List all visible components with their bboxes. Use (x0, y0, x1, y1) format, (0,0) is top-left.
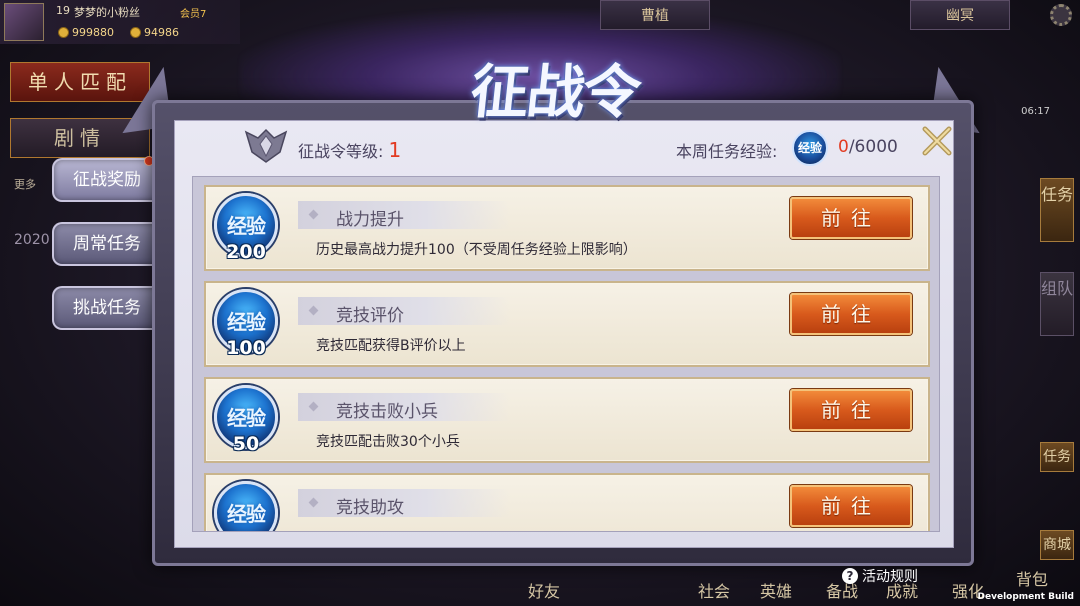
exp-badge-icon: 经验 (214, 481, 278, 531)
help-icon: ? (842, 568, 858, 584)
tab-label: 挑战任务 (73, 298, 141, 318)
tab-weekly-tasks[interactable]: 周常任务 (52, 222, 160, 266)
top-tab-hero[interactable]: 曹植 (600, 0, 710, 30)
close-icon[interactable] (920, 124, 954, 158)
silver-coin-counter: 94986 (130, 26, 179, 39)
task-title: 竞技击败小兵 (336, 402, 438, 422)
right-side-shop[interactable]: 商城 (1040, 530, 1074, 560)
tab-label: 征战奖励 (73, 170, 141, 190)
right-team-button[interactable]: 组队 (1040, 272, 1074, 336)
task-title: 竞技评价 (336, 306, 404, 326)
year-label: 2020 (14, 232, 50, 248)
page-title: 征战令 (467, 58, 643, 126)
tab-challenge-tasks[interactable]: 挑战任务 (52, 286, 160, 330)
tab-label: 周常任务 (73, 234, 141, 254)
exp-orb-icon: 经验 (792, 130, 828, 166)
task-row: 经验 竞技助攻 前往 (204, 473, 930, 531)
bottom-friends[interactable]: 好友 (528, 578, 560, 602)
task-description: 竞技匹配击败30个小兵 (316, 434, 460, 450)
task-title: 战力提升 (336, 210, 404, 230)
coin-icon (130, 27, 141, 38)
weekly-exp-label: 本周任务经验: (676, 142, 778, 161)
gear-icon[interactable] (1050, 4, 1072, 26)
task-title-bar (298, 489, 510, 517)
player-level: 19 (56, 4, 70, 17)
exp-reward-amount: 100 (226, 337, 266, 359)
bottom-social[interactable]: 社会 (698, 578, 730, 602)
player-name: 梦梦的小粉丝 (74, 6, 140, 19)
task-row: 经验 200 战力提升 历史最高战力提升100（不受周任务经验上限影响） 前往 (204, 185, 930, 271)
tab-campaign-rewards[interactable]: 征战奖励 (52, 156, 160, 202)
gold-coin-counter: 999880 (58, 26, 114, 39)
panel-title-banner: 征战令 (440, 46, 670, 138)
activity-rules-link[interactable]: ? 活动规则 (842, 566, 918, 586)
coin-icon (58, 27, 69, 38)
go-button[interactable]: 前往 (790, 293, 912, 335)
avatar[interactable] (4, 3, 44, 41)
player-info-bar[interactable]: 19 梦梦的小粉丝 会员7 999880 94986 (0, 0, 240, 44)
right-task-button[interactable]: 任务 (1040, 178, 1074, 242)
task-title-bar (298, 297, 510, 325)
rank-emblem-icon (244, 128, 288, 163)
vip-badge: 会员7 (180, 9, 207, 20)
task-description: 历史最高战力提升100（不受周任务经验上限影响） (316, 242, 637, 258)
exp-reward-amount: 200 (226, 241, 266, 263)
bottom-heroes[interactable]: 英雄 (760, 578, 792, 602)
task-title: 竞技助攻 (336, 498, 404, 518)
task-list[interactable]: 经验 200 战力提升 历史最高战力提升100（不受周任务经验上限影响） 前往 … (192, 176, 940, 532)
top-tab-mode[interactable]: 幽冥 (910, 0, 1010, 30)
task-title-bar (298, 201, 510, 229)
go-button[interactable]: 前往 (790, 485, 912, 527)
rank-value: 1 (388, 138, 402, 162)
rank-level: 征战令等级: 1 (298, 138, 402, 162)
more-link[interactable]: 更多 (14, 176, 36, 192)
task-row: 经验 50 竞技击败小兵 竞技匹配击败30个小兵 前往 (204, 377, 930, 463)
dev-build-label: Development Build (977, 592, 1074, 602)
exp-reward-amount: 50 (232, 433, 260, 455)
go-button[interactable]: 前往 (790, 389, 912, 431)
weekly-exp-value: 0/6000 (838, 137, 898, 157)
rules-label: 活动规则 (862, 569, 918, 585)
task-row: 经验 100 竞技评价 竞技匹配获得B评价以上 前往 (204, 281, 930, 367)
task-description: 竞技匹配获得B评价以上 (316, 338, 466, 354)
clock-time: 06:17 (1021, 106, 1050, 117)
bottom-bag[interactable]: 背包 (1016, 566, 1048, 590)
right-side-task[interactable]: 任务 (1040, 442, 1074, 472)
go-button[interactable]: 前往 (790, 197, 912, 239)
